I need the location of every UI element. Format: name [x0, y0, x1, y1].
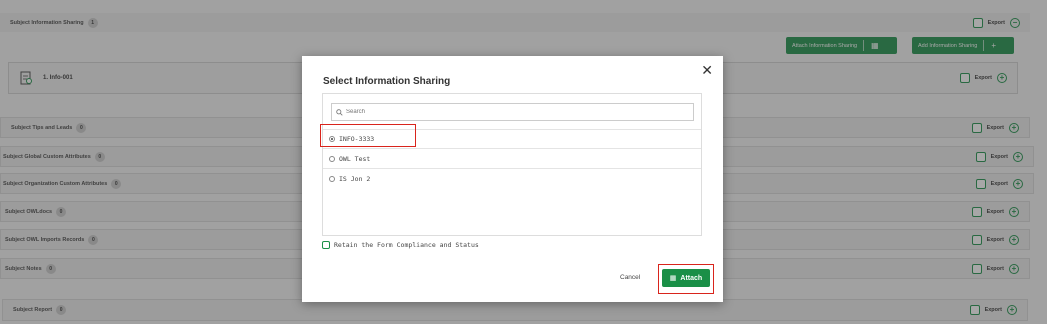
- retain-compliance-option[interactable]: Retain the Form Compliance and Status: [322, 241, 479, 249]
- close-icon[interactable]: ✕: [701, 63, 713, 77]
- option-is-jon-2[interactable]: IS Jon 2: [323, 169, 701, 189]
- select-information-sharing-dialog: Select Information Sharing ✕ INFO-3333 O…: [302, 56, 723, 302]
- search-icon: [336, 108, 343, 116]
- search-input[interactable]: [346, 109, 676, 115]
- search-field[interactable]: [331, 103, 694, 121]
- option-label: IS Jon 2: [339, 175, 371, 183]
- options-list: INFO-3333 OWL Test IS Jon 2: [322, 93, 702, 236]
- highlight-box-attach: [658, 264, 714, 294]
- retain-label: Retain the Form Compliance and Status: [334, 241, 479, 249]
- retain-checkbox[interactable]: [322, 241, 330, 249]
- radio-unselected[interactable]: [329, 176, 335, 182]
- radio-unselected[interactable]: [329, 155, 335, 162]
- cancel-button[interactable]: Cancel: [620, 274, 640, 281]
- highlight-box-option: [320, 124, 416, 147]
- option-owl-test[interactable]: OWL Test: [323, 149, 701, 169]
- option-label: OWL Test: [339, 154, 371, 163]
- dialog-title: Select Information Sharing: [323, 76, 451, 87]
